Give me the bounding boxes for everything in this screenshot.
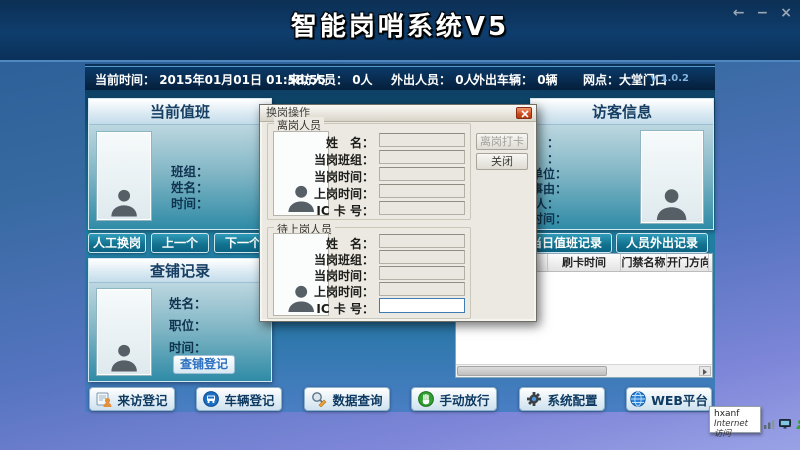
data-query-icon [311, 391, 327, 407]
web-platform-button[interactable]: WEB平台 [626, 387, 712, 411]
records-col-door-name: 门禁名称 [621, 254, 667, 271]
g1-start-time-label: 上岗时间： [312, 185, 374, 202]
g1-start-time-input[interactable] [379, 184, 465, 198]
manual-release-icon [418, 391, 434, 407]
app-titlebar: 智能岗哨系统V5 ← − × [0, 0, 800, 62]
close-icon[interactable]: × [780, 5, 792, 21]
close-x-icon [521, 110, 529, 118]
vehicle-register-icon [203, 391, 219, 407]
g1-duty-group-label: 当岗班组： [312, 151, 374, 168]
g2-ic-card-input[interactable] [379, 298, 465, 313]
g2-duty-group-label: 当岗班组： [312, 251, 374, 268]
previous-button[interactable]: 上一个 [151, 233, 209, 253]
network-access-label: Internet 访问 [714, 419, 756, 439]
g1-duty-group-input[interactable] [379, 150, 465, 164]
g1-ic-card-label: IC 卡 号： [312, 202, 374, 219]
status-bar: 当前时间： 2015年01月01日 01:58:55 来访人员： 0人 外出人员… [85, 66, 715, 90]
clock-out-button[interactable]: 离岗打卡 [476, 133, 528, 150]
patrol-position-label: 职位： [169, 315, 207, 334]
g2-start-time-label: 上岗时间： [312, 283, 374, 300]
g2-name-label: 姓 名： [312, 235, 374, 252]
g1-ic-card-input[interactable] [379, 201, 465, 215]
g1-name-input[interactable] [379, 133, 465, 147]
g1-name-label: 姓 名： [312, 134, 374, 151]
network-ssid: hxanf [714, 409, 756, 419]
person-silhouette-icon [653, 186, 690, 220]
manual-shift-button[interactable]: 人工换岗 [88, 233, 146, 253]
network-signal-icon[interactable] [764, 419, 775, 429]
table-horizontal-scrollbar[interactable] [456, 364, 712, 377]
scrollbar-thumb[interactable] [457, 366, 607, 376]
records-col-swipe-time: 刷卡时间 [548, 254, 621, 271]
back-icon[interactable]: ← [733, 5, 745, 21]
status-out-person-count: 外出人员： 0人 [391, 71, 476, 88]
visitor-info-title: 访客信息 [531, 99, 713, 125]
status-out-vehicle-count: 外出车辆： 0辆 [473, 71, 558, 88]
tab-person-out-record[interactable]: 人员外出记录 [616, 233, 708, 253]
g1-duty-time-input[interactable] [379, 167, 465, 181]
status-visitor-count: 来访人员： 0人 [288, 71, 373, 88]
network-tooltip: hxanf Internet 访问 [709, 406, 761, 433]
patrol-record-panel: 查铺记录 姓名： 职位： 时间： 查铺登记 [88, 258, 272, 382]
g1-duty-time-label: 当岗时间： [312, 168, 374, 185]
current-duty-title: 当前值班 [89, 99, 271, 125]
system-tray [764, 418, 800, 429]
scrollbar-right-arrow-icon[interactable] [699, 366, 711, 376]
data-query-button[interactable]: 数据查询 [304, 387, 390, 411]
dialog-close-button[interactable] [516, 107, 532, 119]
g2-ic-card-label: IC 卡 号： [312, 300, 374, 317]
duty-photo [97, 132, 151, 220]
duty-time-label: 时间： [171, 193, 209, 212]
current-duty-panel: 当前值班 班组： 姓名： 时间： [88, 98, 272, 230]
shift-change-dialog: 换岗操作 离岗人员 姓 名： 当岗班组： 当岗时间： 上岗时间： IC 卡 号：… [259, 104, 537, 322]
g2-name-input[interactable] [379, 234, 465, 248]
g2-duty-group-input[interactable] [379, 250, 465, 264]
g2-start-time-input[interactable] [379, 282, 465, 296]
records-col-open-direction: 开门方向 [667, 254, 709, 271]
person-silhouette-icon [108, 187, 140, 217]
vehicle-register-button[interactable]: 车辆登记 [196, 387, 282, 411]
patrol-name-label: 姓名： [169, 293, 207, 312]
system-config-icon [526, 391, 542, 407]
visitor-register-button[interactable]: 来访登记 [89, 387, 175, 411]
window-controls: ← − × [733, 5, 792, 21]
minimize-icon[interactable]: − [757, 5, 769, 21]
visitor-photo [641, 131, 703, 223]
system-config-button[interactable]: 系统配置 [519, 387, 605, 411]
app-title: 智能岗哨系统V5 [0, 6, 800, 43]
visitor-info-panel: 访客信息 ： ： 单位： 事由： 人： 时间： [530, 98, 714, 230]
monitor-icon[interactable] [779, 419, 791, 429]
g2-duty-time-label: 当岗时间： [312, 267, 374, 284]
visitor-register-icon [96, 391, 112, 407]
web-platform-icon [630, 391, 646, 407]
person-silhouette-icon [108, 342, 140, 372]
patrol-register-button[interactable]: 查铺登记 [173, 355, 235, 374]
patrol-time-label: 时间： [169, 337, 207, 356]
version-label: v 1.0.2 [651, 73, 689, 84]
green-status-icon[interactable] [795, 419, 800, 429]
g2-duty-time-input[interactable] [379, 266, 465, 280]
manual-release-button[interactable]: 手动放行 [411, 387, 497, 411]
patrol-record-title: 查铺记录 [89, 259, 271, 283]
patrol-photo [97, 289, 151, 375]
dialog-close-action-button[interactable]: 关闭 [476, 153, 528, 170]
